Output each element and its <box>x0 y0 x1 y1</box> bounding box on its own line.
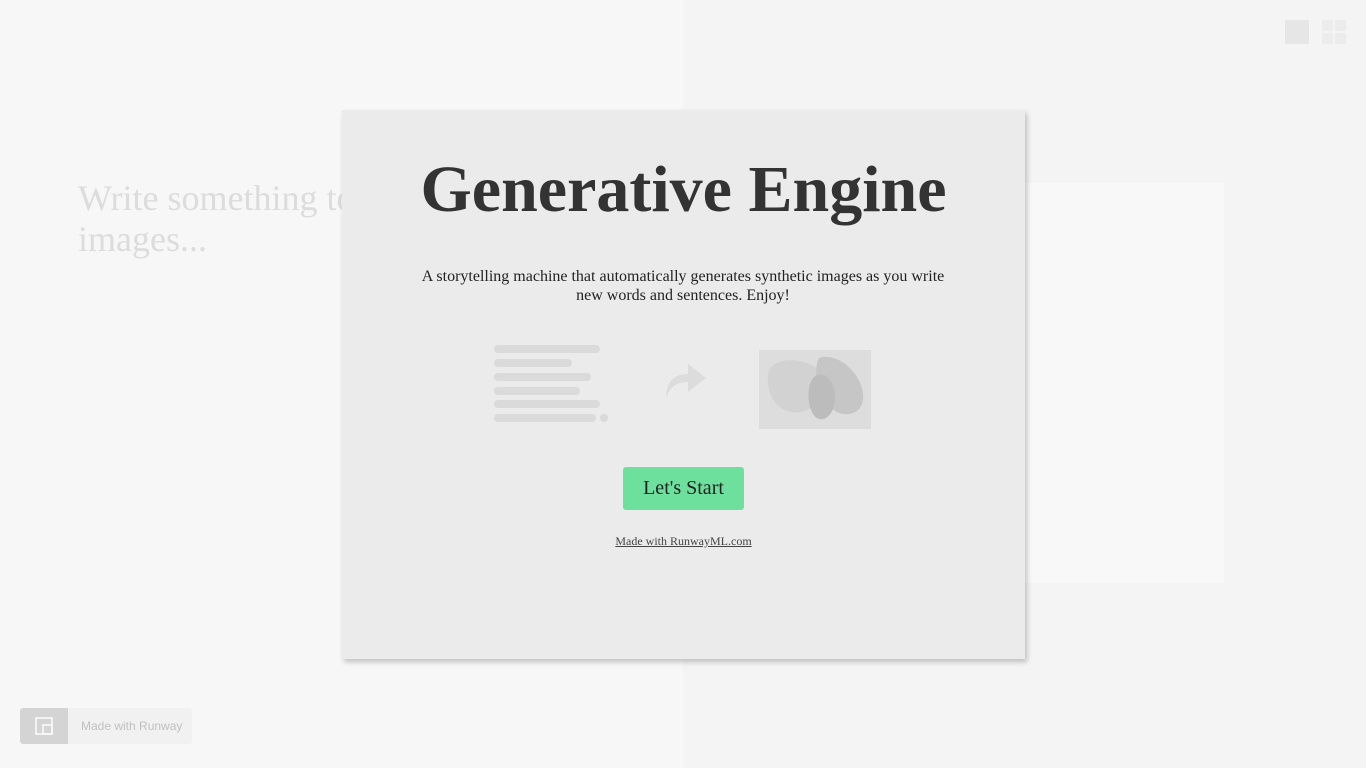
runway-logo-icon <box>20 708 68 744</box>
lets-start-button[interactable]: Let's Start <box>623 467 744 510</box>
intro-modal: Generative Engine A storytelling machine… <box>342 110 1025 659</box>
grid-cell <box>1322 20 1333 31</box>
generated-image-panel <box>1022 183 1224 583</box>
editor-placeholder-line2: images... <box>78 219 207 259</box>
grid-cell <box>1335 20 1346 31</box>
grid-cell <box>1322 33 1333 44</box>
text-lines-icon <box>494 345 614 425</box>
editor-placeholder-line1: Write something to <box>78 178 355 218</box>
grid-cell <box>1335 33 1346 44</box>
runwayml-link[interactable]: Made with RunwayML.com <box>342 534 1025 549</box>
grid-view-icon[interactable] <box>1322 20 1346 44</box>
app-root: Write something to images... Made with R… <box>0 0 1366 768</box>
single-view-icon[interactable] <box>1285 20 1309 44</box>
made-with-runway-badge[interactable]: Made with Runway <box>20 708 192 744</box>
arrow-right-icon <box>666 364 706 398</box>
generated-image-icon <box>759 350 871 429</box>
process-illustration <box>342 110 1025 659</box>
badge-label: Made with Runway <box>68 708 192 744</box>
